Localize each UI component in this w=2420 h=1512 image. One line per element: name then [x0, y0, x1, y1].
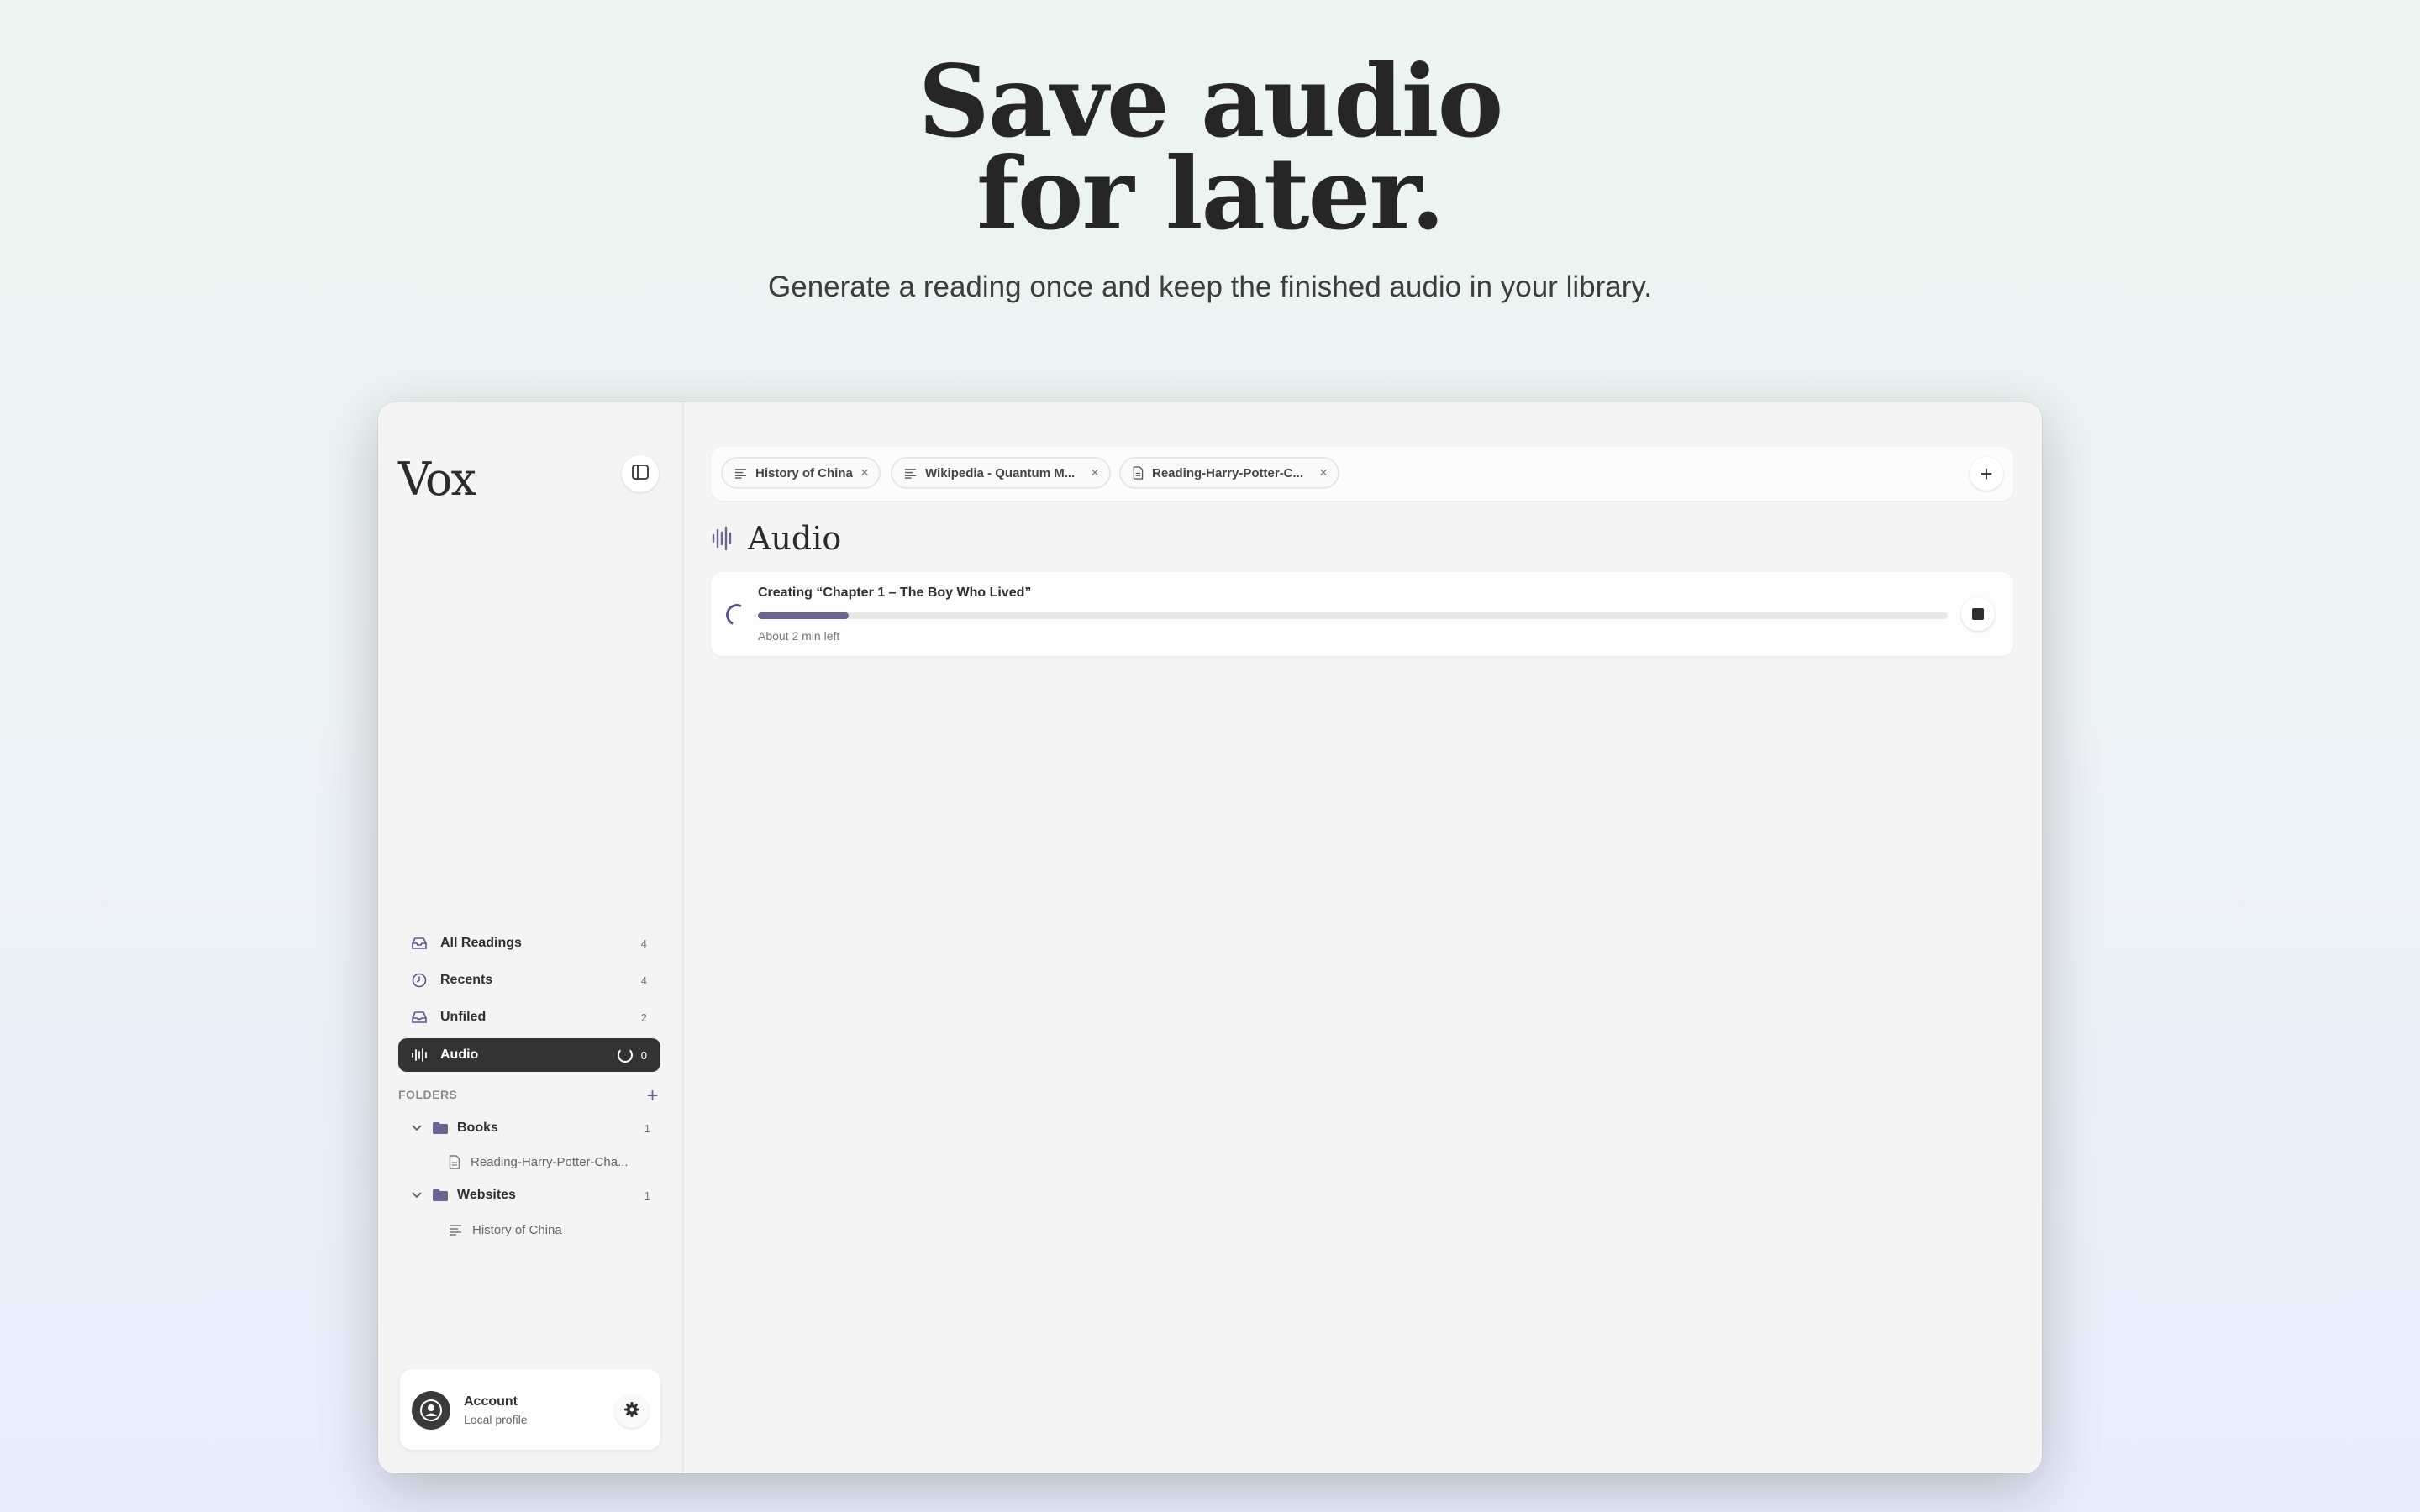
avatar [412, 1391, 450, 1430]
account-subtitle: Local profile [464, 1413, 528, 1426]
sidebar-item-unfiled[interactable]: Unfiled 2 [398, 1000, 660, 1034]
folder-count: 1 [644, 1189, 650, 1202]
loading-spinner-icon [723, 601, 751, 629]
tab-bar: History of China × Wikipedia - Quantum M… [711, 447, 2013, 501]
tab-reading-harry-potter[interactable]: Reading-Harry-Potter-C... × [1119, 457, 1339, 489]
folder-item[interactable]: Reading-Harry-Potter-Cha... [449, 1149, 659, 1174]
account-card[interactable]: Account Local profile [400, 1369, 660, 1450]
tab-label: History of China [755, 465, 853, 480]
sidebar-item-label: Audio [440, 1047, 479, 1062]
sidebar-item-count: 2 [640, 1011, 647, 1024]
tray-icon [410, 937, 429, 950]
folder-icon [432, 1121, 449, 1135]
job-title: Creating “Chapter 1 – The Boy Who Lived” [758, 585, 1032, 600]
sidebar-item-count: 4 [640, 937, 647, 950]
add-folder-button[interactable]: + [646, 1084, 659, 1108]
page-header: Audio [711, 513, 841, 564]
progress-bar-fill [758, 612, 849, 619]
plus-icon: + [1980, 460, 1993, 486]
sidebar: Vox All Readings 4 Recents 4 Unfiled 2 A… [378, 402, 684, 1473]
gear-icon [623, 1401, 640, 1422]
new-tab-button[interactable]: + [1970, 457, 2003, 491]
document-icon [449, 1154, 460, 1169]
text-lines-icon [734, 468, 747, 479]
folder-label: Books [457, 1121, 498, 1135]
sidebar-item-count: 0 [640, 1048, 647, 1062]
waveform-icon [410, 1047, 429, 1063]
app-window: Vox All Readings 4 Recents 4 Unfiled 2 A… [378, 402, 2042, 1473]
folders-header: FOLDERS + [398, 1084, 659, 1107]
close-icon[interactable]: × [860, 465, 869, 481]
clock-icon [410, 973, 429, 988]
folder-item-label: Reading-Harry-Potter-Cha... [471, 1154, 629, 1169]
sidebar-toggle-icon [632, 464, 649, 484]
account-name: Account [464, 1394, 518, 1409]
sidebar-toggle-button[interactable] [622, 455, 659, 492]
hero-title-line-2: for later. [976, 135, 1445, 252]
page-title: Audio [748, 520, 842, 557]
sidebar-item-label: Recents [440, 973, 493, 987]
sidebar-item-audio[interactable]: Audio 0 [398, 1038, 660, 1072]
folder-item-label: History of China [472, 1222, 562, 1237]
job-eta: About 2 min left [758, 629, 840, 643]
folders-label: FOLDERS [398, 1088, 458, 1101]
text-lines-icon [904, 468, 917, 479]
sidebar-item-count-wrap: 0 [617, 1047, 647, 1063]
folder-label: Websites [457, 1188, 516, 1202]
folder-count: 1 [644, 1121, 650, 1135]
tab-label: Wikipedia - Quantum M... [925, 465, 1076, 480]
hero-title-line-1: Save audio [918, 43, 1504, 160]
tab-history-of-china[interactable]: History of China × [721, 457, 881, 489]
chevron-down-icon[interactable] [408, 1192, 425, 1199]
app-logo: Vox [398, 453, 476, 506]
sidebar-item-label: Unfiled [440, 1010, 487, 1024]
folder-item[interactable]: History of China [449, 1217, 659, 1242]
stop-icon [1972, 608, 1984, 620]
hero-title: Save audio for later. [0, 43, 2420, 252]
sidebar-item-recents[interactable]: Recents 4 [398, 963, 660, 997]
tab-wikipedia-quantum[interactable]: Wikipedia - Quantum M... × [891, 457, 1111, 489]
sidebar-item-count: 4 [640, 974, 647, 987]
chevron-down-icon[interactable] [408, 1125, 425, 1131]
sidebar-item-label: All Readings [440, 936, 522, 950]
audio-job-card: Creating “Chapter 1 – The Boy Who Lived”… [711, 572, 2013, 656]
sidebar-item-all-readings[interactable]: All Readings 4 [398, 927, 660, 960]
document-icon [1133, 466, 1144, 480]
tab-label: Reading-Harry-Potter-C... [1152, 465, 1304, 480]
loading-spinner-icon [617, 1047, 633, 1063]
folder-icon [432, 1189, 449, 1202]
progress-bar [758, 612, 1948, 619]
close-icon[interactable]: × [1319, 465, 1328, 481]
hero-subtitle: Generate a reading once and keep the fin… [768, 270, 1652, 303]
waveform-icon [711, 526, 734, 551]
inbox-icon [410, 1011, 429, 1024]
close-icon[interactable]: × [1091, 465, 1099, 481]
text-lines-icon [449, 1224, 462, 1236]
settings-button[interactable] [615, 1394, 649, 1428]
stop-button[interactable] [1961, 597, 1995, 631]
folder-websites[interactable]: Websites 1 [408, 1181, 660, 1210]
folder-books[interactable]: Books 1 [408, 1114, 660, 1142]
